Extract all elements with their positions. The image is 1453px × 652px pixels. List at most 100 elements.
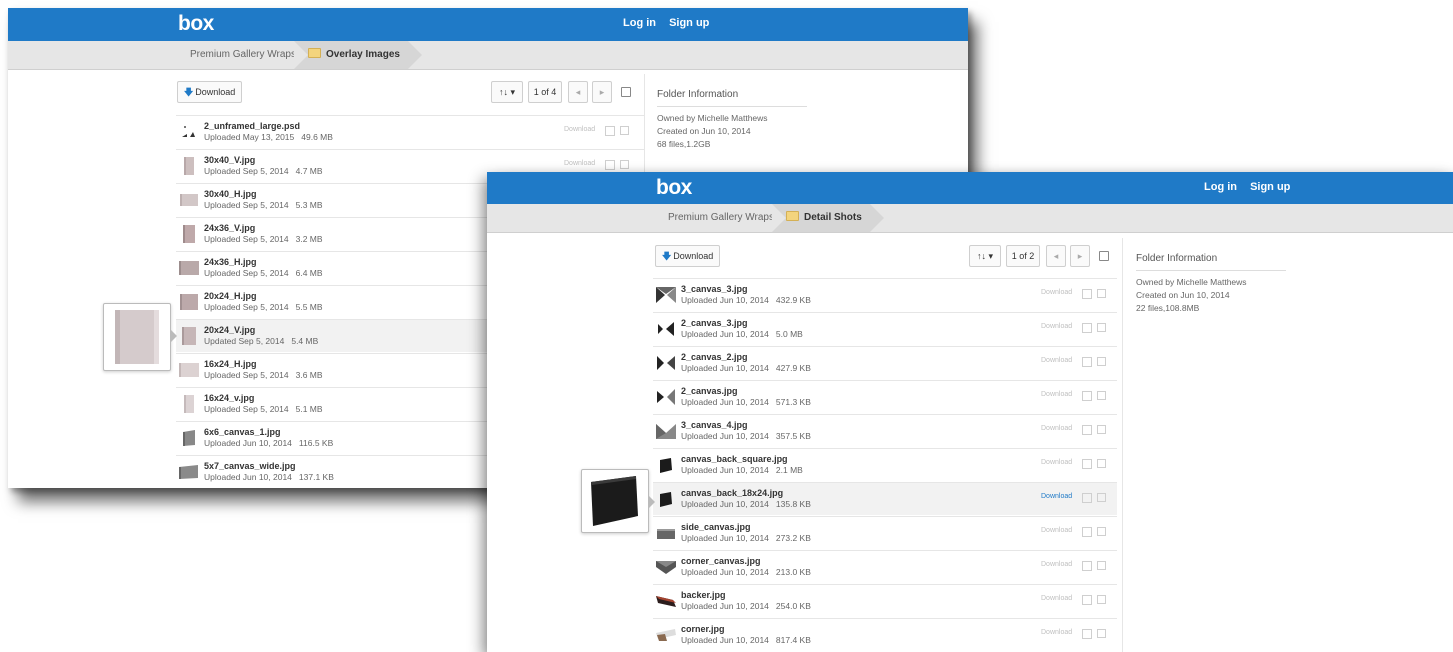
file-row[interactable]: 2_canvas_2.jpg Uploaded Jun 10, 2014 427.9… bbox=[653, 346, 1117, 379]
row-more-button[interactable] bbox=[1082, 527, 1092, 537]
box-logo[interactable]: box bbox=[656, 176, 692, 200]
download-button[interactable]: 🡇 Download bbox=[655, 245, 721, 267]
row-checkbox[interactable] bbox=[1097, 357, 1106, 366]
file-row[interactable]: side_canvas.jpg Uploaded Jun 10, 2014 273.… bbox=[653, 516, 1117, 549]
file-name[interactable]: 16x24_H.jpg bbox=[204, 359, 257, 369]
row-download-link[interactable]: Download bbox=[1041, 459, 1072, 466]
signup-link[interactable]: Sign up bbox=[669, 17, 709, 29]
row-download-link[interactable]: Download bbox=[1041, 629, 1072, 636]
row-download-link[interactable]: Download bbox=[1041, 357, 1072, 364]
row-download-link[interactable]: Download bbox=[1041, 493, 1072, 500]
file-name[interactable]: canvas_back_18x24.jpg bbox=[681, 488, 783, 498]
file-row[interactable]: 2_canvas.jpg Uploaded Jun 10, 2014 571.3 K… bbox=[653, 380, 1117, 413]
breadcrumb-current-label: Overlay Images bbox=[326, 49, 400, 60]
file-meta: Uploaded Jun 10, 2014 273.2 KB bbox=[681, 533, 811, 543]
sort-button[interactable]: ↑↓ ▾ bbox=[491, 81, 523, 103]
breadcrumb-current[interactable]: Detail Shots bbox=[772, 204, 884, 232]
file-row[interactable]: 2_canvas_3.jpg Uploaded Jun 10, 2014 5.0 M… bbox=[653, 312, 1117, 345]
row-checkbox[interactable] bbox=[620, 160, 629, 169]
prev-page-button[interactable]: ◂ bbox=[568, 81, 588, 103]
row-download-link[interactable]: Download bbox=[1041, 561, 1072, 568]
row-more-button[interactable] bbox=[1082, 595, 1092, 605]
row-more-button[interactable] bbox=[1082, 459, 1092, 469]
file-name[interactable]: corner_canvas.jpg bbox=[681, 556, 761, 566]
file-name[interactable]: 30x40_V.jpg bbox=[204, 155, 255, 165]
row-checkbox[interactable] bbox=[1097, 289, 1106, 298]
file-thumbnail bbox=[184, 395, 194, 413]
row-checkbox[interactable] bbox=[1097, 391, 1106, 400]
login-link[interactable]: Log in bbox=[623, 17, 656, 29]
file-name[interactable]: 24x36_V.jpg bbox=[204, 223, 255, 233]
file-name[interactable]: canvas_back_square.jpg bbox=[681, 454, 788, 464]
breadcrumb-parent[interactable]: Premium Gallery Wraps bbox=[190, 41, 296, 69]
file-name[interactable]: 2_canvas.jpg bbox=[681, 386, 738, 396]
login-link[interactable]: Log in bbox=[1204, 181, 1237, 193]
sort-button[interactable]: ↑↓ ▾ bbox=[969, 245, 1001, 267]
signup-link[interactable]: Sign up bbox=[1250, 181, 1290, 193]
row-checkbox[interactable] bbox=[1097, 425, 1106, 434]
file-name[interactable]: 24x36_H.jpg bbox=[204, 257, 257, 267]
box-logo[interactable]: box bbox=[178, 12, 214, 36]
row-more-button[interactable] bbox=[1082, 493, 1092, 503]
row-download-link[interactable]: Download bbox=[564, 126, 595, 133]
row-download-link[interactable]: Download bbox=[1041, 527, 1072, 534]
file-name[interactable]: 30x40_H.jpg bbox=[204, 189, 257, 199]
file-date: Uploaded Sep 5, 2014 bbox=[204, 200, 289, 210]
breadcrumb-parent[interactable]: Premium Gallery Wraps bbox=[668, 204, 774, 232]
select-all-checkbox[interactable] bbox=[621, 87, 631, 97]
row-more-button[interactable] bbox=[1082, 357, 1092, 367]
file-row[interactable]: canvas_back_square.jpg Uploaded Jun 10, 2… bbox=[653, 448, 1117, 481]
file-name[interactable]: 3_canvas_4.jpg bbox=[681, 420, 748, 430]
file-row[interactable]: corner.jpg Uploaded Jun 10, 2014 817.4 KB D… bbox=[653, 618, 1117, 651]
row-more-button[interactable] bbox=[1082, 425, 1092, 435]
file-thumbnail bbox=[656, 629, 676, 641]
download-button[interactable]: 🡇 Download bbox=[177, 81, 243, 103]
prev-page-button[interactable]: ◂ bbox=[1046, 245, 1066, 267]
file-name[interactable]: corner.jpg bbox=[681, 624, 725, 634]
row-more-button[interactable] bbox=[1082, 561, 1092, 571]
row-more-button[interactable] bbox=[605, 126, 615, 136]
row-more-button[interactable] bbox=[1082, 629, 1092, 639]
row-checkbox[interactable] bbox=[1097, 459, 1106, 468]
file-date: Uploaded Sep 5, 2014 bbox=[204, 404, 289, 414]
file-name[interactable]: 2_canvas_3.jpg bbox=[681, 318, 748, 328]
next-page-button[interactable]: ▸ bbox=[592, 81, 612, 103]
divider bbox=[1122, 238, 1123, 652]
row-checkbox[interactable] bbox=[1097, 527, 1106, 536]
row-download-link[interactable]: Download bbox=[1041, 289, 1072, 296]
row-download-link[interactable]: Download bbox=[1041, 595, 1072, 602]
file-row[interactable]: 2_unframed_large.psd Uploaded May 13, 201… bbox=[176, 115, 644, 148]
file-row[interactable]: backer.jpg Uploaded Jun 10, 2014 254.0 KB D… bbox=[653, 584, 1117, 617]
row-checkbox[interactable] bbox=[1097, 493, 1106, 502]
file-name[interactable]: backer.jpg bbox=[681, 590, 726, 600]
file-name[interactable]: 20x24_H.jpg bbox=[204, 291, 257, 301]
file-name[interactable]: 5x7_canvas_wide.jpg bbox=[204, 461, 296, 471]
row-download-link[interactable]: Download bbox=[1041, 425, 1072, 432]
row-more-button[interactable] bbox=[1082, 391, 1092, 401]
row-checkbox[interactable] bbox=[620, 126, 629, 135]
file-name[interactable]: 2_canvas_2.jpg bbox=[681, 352, 748, 362]
row-checkbox[interactable] bbox=[1097, 595, 1106, 604]
file-name[interactable]: 20x24_V.jpg bbox=[204, 325, 255, 335]
breadcrumb-current[interactable]: Overlay Images bbox=[294, 41, 422, 69]
file-row[interactable]: 3_canvas_4.jpg Uploaded Jun 10, 2014 357.5… bbox=[653, 414, 1117, 447]
file-name[interactable]: 6x6_canvas_1.jpg bbox=[204, 427, 281, 437]
row-checkbox[interactable] bbox=[1097, 323, 1106, 332]
row-more-button[interactable] bbox=[1082, 323, 1092, 333]
next-page-button[interactable]: ▸ bbox=[1070, 245, 1090, 267]
row-checkbox[interactable] bbox=[1097, 561, 1106, 570]
file-name[interactable]: 2_unframed_large.psd bbox=[204, 121, 300, 131]
row-download-link[interactable]: Download bbox=[1041, 323, 1072, 330]
row-download-link[interactable]: Download bbox=[564, 160, 595, 167]
row-download-link[interactable]: Download bbox=[1041, 391, 1072, 398]
select-all-checkbox[interactable] bbox=[1099, 251, 1109, 261]
file-row[interactable]: corner_canvas.jpg Uploaded Jun 10, 2014 21… bbox=[653, 550, 1117, 583]
file-name[interactable]: 16x24_v.jpg bbox=[204, 393, 254, 403]
file-row[interactable]: 3_canvas_3.jpg Uploaded Jun 10, 2014 432.9… bbox=[653, 278, 1117, 311]
file-row[interactable]: canvas_back_18x24.jpg Uploaded Jun 10, 20… bbox=[653, 482, 1117, 515]
file-name[interactable]: 3_canvas_3.jpg bbox=[681, 284, 748, 294]
row-more-button[interactable] bbox=[1082, 289, 1092, 299]
row-more-button[interactable] bbox=[605, 160, 615, 170]
file-name[interactable]: side_canvas.jpg bbox=[681, 522, 751, 532]
row-checkbox[interactable] bbox=[1097, 629, 1106, 638]
